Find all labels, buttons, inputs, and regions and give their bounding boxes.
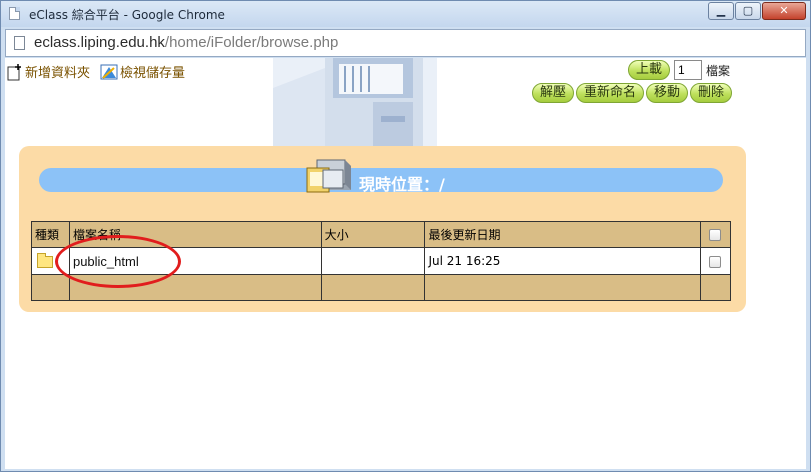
footer-cell [31,274,70,301]
footer-cell [320,274,426,301]
rename-button[interactable]: 重新命名 [575,83,644,103]
maximize-button[interactable]: ▢ [735,2,761,20]
footer-cell [424,274,701,301]
size-cell [320,247,426,275]
unzip-button[interactable]: 解壓 [531,83,574,103]
minimize-button[interactable]: ▁ [708,2,734,20]
delete-button[interactable]: 刪除 [689,83,732,103]
table-header-row: 種類 檔案名稱 大小 最後更新日期 [31,221,732,248]
file-unit-label: 檔案 [705,63,730,78]
table-footer-row [31,274,732,301]
page-content: 新增資料夾 檢視儲存量 上載 1 檔案 解壓 重新命名 移動 刪除 現時位置：/… [5,58,806,469]
page-icon [9,7,20,20]
row-checkbox[interactable] [708,255,721,268]
storage-icon [100,64,118,79]
page-icon [14,36,25,50]
view-storage-label: 檢視儲存量 [120,66,186,81]
upload-button[interactable]: 上載 [627,60,670,80]
upload-controls: 上載 1 檔案 [627,60,730,80]
select-all-checkbox[interactable] [708,229,721,241]
url-host: eclass.liping.edu.hk [34,34,165,51]
column-name[interactable]: 檔案名稱 [68,221,322,248]
select-all-cell [699,221,732,248]
modified-cell: Jul 21 16:25 [424,247,701,275]
current-location: 現時位置：/ [359,175,445,194]
file-name-link[interactable]: public_html [73,254,139,269]
top-links: 新增資料夾 檢視儲存量 [7,62,195,81]
url-path: /home/iFolder/browse.php [164,34,339,51]
file-panel: 現時位置：/ 種類 檔案名稱 大小 最後更新日期 public_html Jul… [19,146,746,312]
file-count-input[interactable]: 1 [673,60,702,80]
new-folder-icon [7,63,21,80]
file-table: 種類 檔案名稱 大小 最後更新日期 public_html Jul 21 16:… [31,221,732,301]
browser-window: eClass 綜合平台 - Google Chrome ▁ ▢ ✕ eclass… [0,0,811,472]
column-size[interactable]: 大小 [320,221,426,248]
folder-icon [37,252,53,268]
window-title: eClass 綜合平台 - Google Chrome [29,8,225,22]
view-storage-link[interactable]: 檢視儲存量 [100,62,185,81]
new-folder-label: 新增資料夾 [25,66,91,81]
file-cabinet-icon [306,159,351,193]
action-buttons: 解壓 重新命名 移動 刪除 [530,83,732,103]
address-bar[interactable]: eclass.liping.edu.hk/home/iFolder/browse… [5,29,806,57]
modified-date: Jul 21 16:25 [428,254,501,268]
file-cabinet-icon [273,58,437,150]
type-cell [31,247,70,275]
table-row: public_html Jul 21 16:25 [31,247,732,275]
column-type: 種類 [31,221,70,248]
move-button[interactable]: 移動 [645,83,688,103]
select-cell [699,247,732,275]
window-controls: ▁ ▢ ✕ [707,2,806,20]
name-cell: public_html [68,247,322,275]
column-modified[interactable]: 最後更新日期 [424,221,701,248]
url-text[interactable]: eclass.liping.edu.hk/home/iFolder/browse… [34,34,338,51]
close-button[interactable]: ✕ [762,2,806,20]
footer-cell [68,274,322,301]
new-folder-link[interactable]: 新增資料夾 [7,62,90,81]
footer-cell [699,274,732,301]
title-bar: eClass 綜合平台 - Google Chrome ▁ ▢ ✕ [1,1,810,27]
